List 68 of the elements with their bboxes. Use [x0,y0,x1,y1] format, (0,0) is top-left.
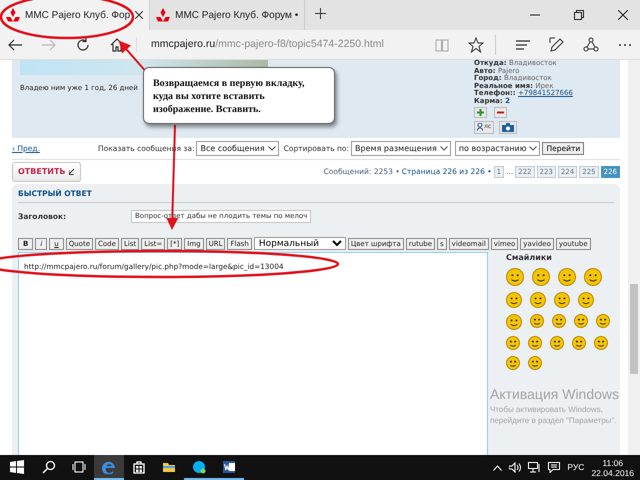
smiley-icon[interactable] [594,336,608,350]
karma-plus-button[interactable] [474,106,487,118]
share-icon[interactable] [583,36,599,52]
caret-icon [268,146,276,151]
restore-icon[interactable] [574,10,584,20]
smiley-icon[interactable] [528,336,542,350]
caret-icon [440,146,448,151]
network-icon[interactable] [528,462,542,473]
smiley-icon[interactable] [506,356,520,370]
star-icon[interactable] [468,36,484,52]
refresh-icon[interactable] [75,36,91,52]
smiley-icon[interactable] [506,292,522,308]
chevron-up-icon[interactable] [493,464,502,470]
windows-logo-icon[interactable] [10,460,24,474]
pen-note-icon[interactable] [549,36,565,52]
smiley-icon[interactable] [506,314,522,330]
store-bag-icon[interactable] [132,460,146,474]
karma-minus-button[interactable] [494,106,507,118]
mitsubishi-logo-icon [6,8,20,22]
clock-time[interactable]: 11:06 [591,458,634,468]
smiley-icon[interactable] [530,292,546,308]
close-icon[interactable] [618,10,628,20]
camera-icon [502,122,514,132]
smiley-icon[interactable] [558,268,576,286]
document-app-icon[interactable] [222,460,236,474]
minus-icon [497,108,504,116]
scrollbar-thumb[interactable] [630,284,638,374]
smiley-icon[interactable] [506,336,520,350]
notification-icon[interactable] [548,462,560,473]
clock-date[interactable]: 22.04.2016 [591,468,634,478]
font-size-select[interactable]: Нормальный [254,237,346,250]
smiley-icon[interactable] [550,336,564,350]
smiley-icon[interactable] [528,356,542,370]
smiley-icon[interactable] [574,314,588,328]
mitsubishi-logo-icon [156,8,170,22]
smilies-title: Смайлики [506,252,553,264]
reply-button[interactable]: ОТВЕТИТЬ [12,162,81,182]
activation-title: Активация Windows [490,386,620,402]
volume-icon[interactable] [509,462,522,473]
task-view-icon[interactable] [72,460,86,474]
search-icon[interactable] [42,460,56,474]
photo-button[interactable] [499,120,518,134]
smiley-icon[interactable] [506,268,524,286]
smiley-icon[interactable] [552,314,566,328]
keyboard-language[interactable]: РУС [567,461,584,474]
back-icon[interactable] [7,36,23,52]
scrollbar[interactable] [628,60,640,455]
smiley-icon[interactable] [532,268,550,286]
person-icon [477,123,483,132]
caret-icon [529,146,538,151]
new-tab-icon[interactable] [314,8,326,18]
plus-icon [477,108,484,116]
smiley-icon[interactable] [596,314,610,328]
activation-text: Чтобы активировать Windows, перейдите в раздел "Параметры". [490,404,618,426]
browser-tab[interactable]: MMC Pajero Клуб. Фор [0,0,150,30]
sort-select[interactable]: Время размещения [351,141,451,156]
order-select[interactable]: по возрастанию [454,141,540,156]
smiley-icon[interactable] [578,292,594,308]
chat-app-icon[interactable] [192,460,206,474]
instruction-callout: Возвращаемся в первую вкладку, куда вы хотите вставить изображение. Вставить. [143,67,335,124]
smiley-icon[interactable] [572,336,586,350]
smiley-icon[interactable] [530,314,544,328]
close-icon[interactable] [135,11,144,19]
period-select[interactable]: Все сообщения [196,141,279,156]
smiley-icon[interactable] [554,292,570,308]
browser-icon[interactable] [102,460,116,474]
arrow-icon [68,169,75,175]
smiley-icon[interactable] [584,268,602,286]
